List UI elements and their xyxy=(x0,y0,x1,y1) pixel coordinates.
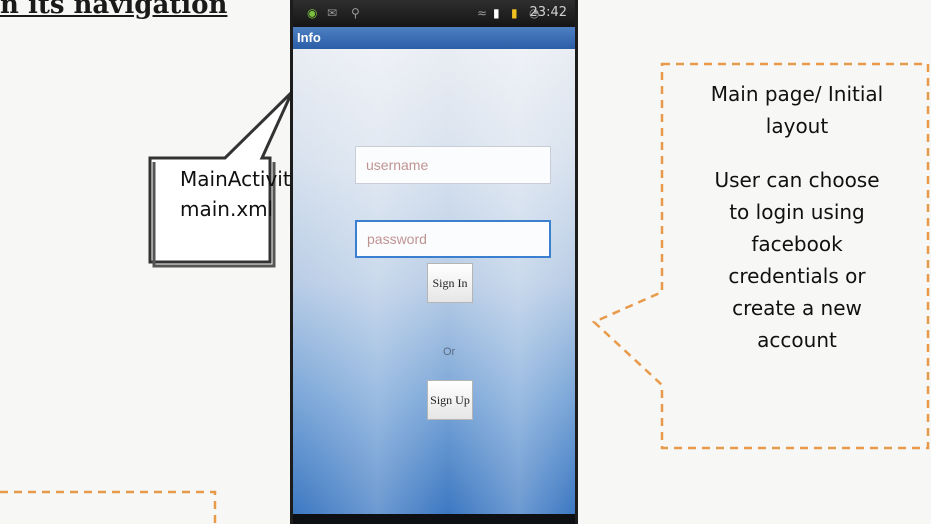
notification-icon: ◉ xyxy=(307,6,318,20)
app-title: Info xyxy=(297,30,321,45)
signal-icon: ▮ xyxy=(493,6,500,20)
username-input[interactable] xyxy=(356,147,550,183)
usb-icon: ⚲ xyxy=(351,6,360,20)
username-field[interactable] xyxy=(355,146,551,184)
callout-desc-line1: User can choose xyxy=(714,168,880,192)
page-heading: n its navigation xyxy=(0,0,228,20)
sign-up-button[interactable]: Sign Up xyxy=(427,380,473,420)
callout-desc-line6: account xyxy=(757,328,837,352)
or-separator: Or xyxy=(443,346,456,358)
status-time: 23:42 xyxy=(529,5,567,20)
right-callout-text: Main page/ Initial layout User can choos… xyxy=(668,78,926,356)
callout-desc-line2: to login using xyxy=(729,200,865,224)
phone-screen: ◉ ✉ ⚲ ≈ ▮ ▮ ◔ 23:42 Info Sign In Or Sign… xyxy=(290,0,578,524)
mail-icon: ✉ xyxy=(327,6,338,20)
password-field[interactable] xyxy=(355,220,551,258)
sign-in-button[interactable]: Sign In xyxy=(427,263,473,303)
callout-desc-line3: facebook xyxy=(751,232,843,256)
callout-desc-line4: credentials or xyxy=(728,264,866,288)
battery-icon: ▮ xyxy=(511,6,518,20)
callout-line-mainxml: main.xml xyxy=(180,197,274,221)
password-input[interactable] xyxy=(357,222,549,256)
wifi-icon: ≈ xyxy=(477,6,488,20)
status-bar: ◉ ✉ ⚲ ≈ ▮ ▮ ◔ 23:42 xyxy=(293,0,575,27)
bottom-dashed-callout-edge xyxy=(0,490,217,524)
callout-desc-line5: create a new xyxy=(732,296,862,320)
app-title-bar: Info xyxy=(293,27,575,49)
left-callout-text: MainActivity.java main.xml xyxy=(180,164,348,224)
callout-title-line2: layout xyxy=(765,114,829,138)
callout-line-mainactivity: MainActivity.java xyxy=(180,167,348,191)
callout-title-line1: Main page/ Initial xyxy=(710,82,884,106)
